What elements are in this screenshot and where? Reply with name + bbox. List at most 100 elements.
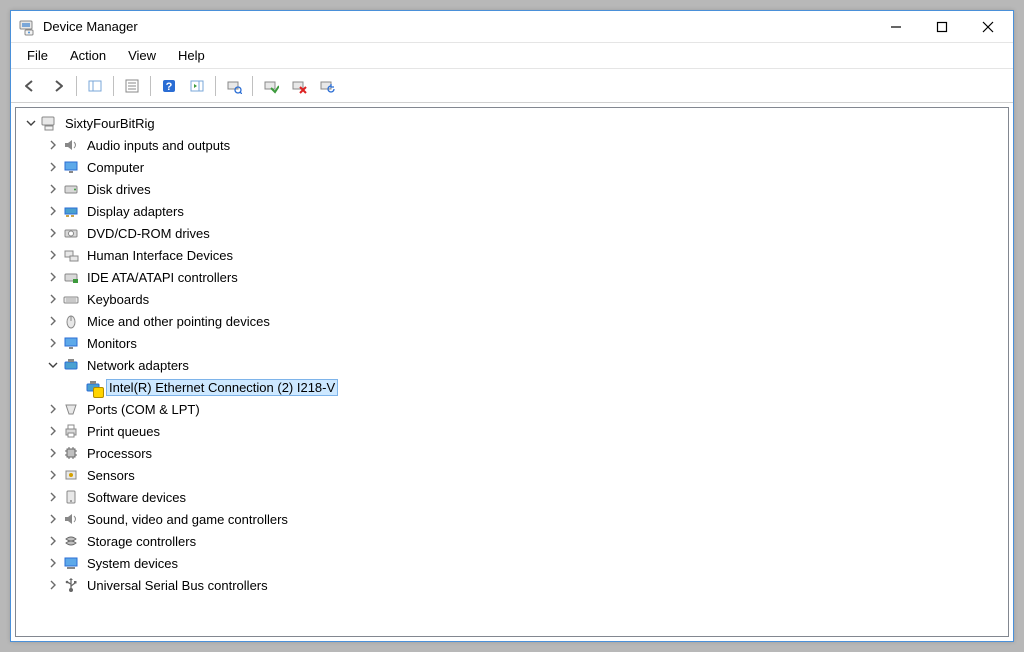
chevron-right-icon[interactable] bbox=[46, 424, 60, 438]
tree-category-cpu[interactable]: Processors bbox=[16, 442, 1008, 464]
tree-category-sound[interactable]: Sound, video and game controllers bbox=[16, 508, 1008, 530]
device-manager-icon bbox=[19, 18, 37, 36]
forward-button[interactable] bbox=[45, 73, 71, 99]
update-driver-button[interactable] bbox=[314, 73, 340, 99]
chevron-right-icon[interactable] bbox=[46, 138, 60, 152]
menu-file[interactable]: File bbox=[17, 46, 58, 65]
titlebar: Device Manager bbox=[11, 11, 1013, 43]
tree-category-disk[interactable]: Disk drives bbox=[16, 178, 1008, 200]
tree-item-label: Disk drives bbox=[84, 181, 154, 198]
tree-category-storage[interactable]: Storage controllers bbox=[16, 530, 1008, 552]
hid-icon bbox=[62, 246, 80, 264]
monitor-icon bbox=[62, 334, 80, 352]
scan-hardware-button[interactable] bbox=[221, 73, 247, 99]
toolbar: ? bbox=[11, 69, 1013, 103]
chevron-right-icon[interactable] bbox=[46, 534, 60, 548]
close-button[interactable] bbox=[965, 12, 1011, 42]
back-button[interactable] bbox=[17, 73, 43, 99]
chevron-right-icon[interactable] bbox=[46, 490, 60, 504]
tree-item-label: Monitors bbox=[84, 335, 140, 352]
tree-item-label: DVD/CD-ROM drives bbox=[84, 225, 213, 242]
chevron-right-icon[interactable] bbox=[46, 446, 60, 460]
tree-category-dvd[interactable]: DVD/CD-ROM drives bbox=[16, 222, 1008, 244]
usb-icon bbox=[62, 576, 80, 594]
ide-controller-icon bbox=[62, 268, 80, 286]
uninstall-device-button[interactable] bbox=[286, 73, 312, 99]
tree-item-label: Sound, video and game controllers bbox=[84, 511, 291, 528]
properties-button[interactable] bbox=[119, 73, 145, 99]
tree-root-label: SixtyFourBitRig bbox=[62, 115, 158, 132]
window-buttons bbox=[873, 12, 1011, 42]
tree-category-ports[interactable]: Ports (COM & LPT) bbox=[16, 398, 1008, 420]
chevron-right-icon[interactable] bbox=[46, 182, 60, 196]
tree-category-display[interactable]: Display adapters bbox=[16, 200, 1008, 222]
chevron-right-icon[interactable] bbox=[46, 292, 60, 306]
chevron-down-icon[interactable] bbox=[46, 358, 60, 372]
chevron-down-icon[interactable] bbox=[24, 116, 38, 130]
tree-item-label: Intel(R) Ethernet Connection (2) I218-V bbox=[106, 379, 338, 396]
tree-item-label: Keyboards bbox=[84, 291, 152, 308]
chevron-right-icon[interactable] bbox=[46, 314, 60, 328]
chevron-right-icon[interactable] bbox=[46, 204, 60, 218]
tree-category-printq[interactable]: Print queues bbox=[16, 420, 1008, 442]
tree-category-network[interactable]: Network adapters bbox=[16, 354, 1008, 376]
tree-item-label: Universal Serial Bus controllers bbox=[84, 577, 271, 594]
device-tree-pane[interactable]: SixtyFourBitRig Audio inputs and outputs… bbox=[15, 107, 1009, 637]
chevron-right-icon[interactable] bbox=[46, 336, 60, 350]
help-button[interactable]: ? bbox=[156, 73, 182, 99]
storage-controller-icon bbox=[62, 532, 80, 550]
tree-root[interactable]: SixtyFourBitRig bbox=[16, 112, 1008, 134]
tree-item-label: Software devices bbox=[84, 489, 189, 506]
menu-action[interactable]: Action bbox=[60, 46, 116, 65]
menubar: File Action View Help bbox=[11, 43, 1013, 69]
chevron-right-icon[interactable] bbox=[46, 512, 60, 526]
tree-category-computer[interactable]: Computer bbox=[16, 156, 1008, 178]
tree-category-monitors[interactable]: Monitors bbox=[16, 332, 1008, 354]
tree-device-nic0[interactable]: · Intel(R) Ethernet Connection (2) I218-… bbox=[16, 376, 1008, 398]
port-icon bbox=[62, 400, 80, 418]
toolbar-separator bbox=[150, 76, 151, 96]
optical-drive-icon bbox=[62, 224, 80, 242]
tree-category-system[interactable]: System devices bbox=[16, 552, 1008, 574]
tree-category-usb[interactable]: Universal Serial Bus controllers bbox=[16, 574, 1008, 596]
chevron-right-icon[interactable] bbox=[46, 160, 60, 174]
chevron-right-icon[interactable] bbox=[46, 468, 60, 482]
menu-help[interactable]: Help bbox=[168, 46, 215, 65]
tree-item-label: Computer bbox=[84, 159, 147, 176]
tree-item-label: Processors bbox=[84, 445, 155, 462]
toolbar-separator bbox=[215, 76, 216, 96]
tree-category-sensors[interactable]: Sensors bbox=[16, 464, 1008, 486]
toolbar-separator bbox=[252, 76, 253, 96]
minimize-button[interactable] bbox=[873, 12, 919, 42]
tree-category-ide[interactable]: IDE ATA/ATAPI controllers bbox=[16, 266, 1008, 288]
tree-item-label: IDE ATA/ATAPI controllers bbox=[84, 269, 241, 286]
tree-category-mice[interactable]: Mice and other pointing devices bbox=[16, 310, 1008, 332]
system-device-icon bbox=[62, 554, 80, 572]
menu-view[interactable]: View bbox=[118, 46, 166, 65]
enable-device-button[interactable] bbox=[258, 73, 284, 99]
tree-category-keyboards[interactable]: Keyboards bbox=[16, 288, 1008, 310]
chevron-right-icon[interactable] bbox=[46, 270, 60, 284]
device-tree: SixtyFourBitRig Audio inputs and outputs… bbox=[16, 108, 1008, 600]
chevron-right-icon[interactable] bbox=[46, 556, 60, 570]
chevron-right-icon[interactable] bbox=[46, 578, 60, 592]
tree-item-label: Ports (COM & LPT) bbox=[84, 401, 203, 418]
show-hide-console-tree-button[interactable] bbox=[82, 73, 108, 99]
printer-icon bbox=[62, 422, 80, 440]
software-device-icon bbox=[62, 488, 80, 506]
tree-item-label: Display adapters bbox=[84, 203, 187, 220]
maximize-button[interactable] bbox=[919, 12, 965, 42]
tree-category-hid[interactable]: Human Interface Devices bbox=[16, 244, 1008, 266]
window-title: Device Manager bbox=[43, 19, 873, 34]
computer-icon bbox=[40, 114, 58, 132]
chevron-right-icon[interactable] bbox=[46, 402, 60, 416]
show-hide-action-pane-button[interactable] bbox=[184, 73, 210, 99]
tree-item-label: Audio inputs and outputs bbox=[84, 137, 233, 154]
network-adapter-icon bbox=[62, 356, 80, 374]
chevron-right-icon[interactable] bbox=[46, 226, 60, 240]
tree-category-software[interactable]: Software devices bbox=[16, 486, 1008, 508]
tree-item-label: Sensors bbox=[84, 467, 138, 484]
chevron-right-icon[interactable] bbox=[46, 248, 60, 262]
tree-category-audio[interactable]: Audio inputs and outputs bbox=[16, 134, 1008, 156]
display-adapter-icon bbox=[62, 202, 80, 220]
